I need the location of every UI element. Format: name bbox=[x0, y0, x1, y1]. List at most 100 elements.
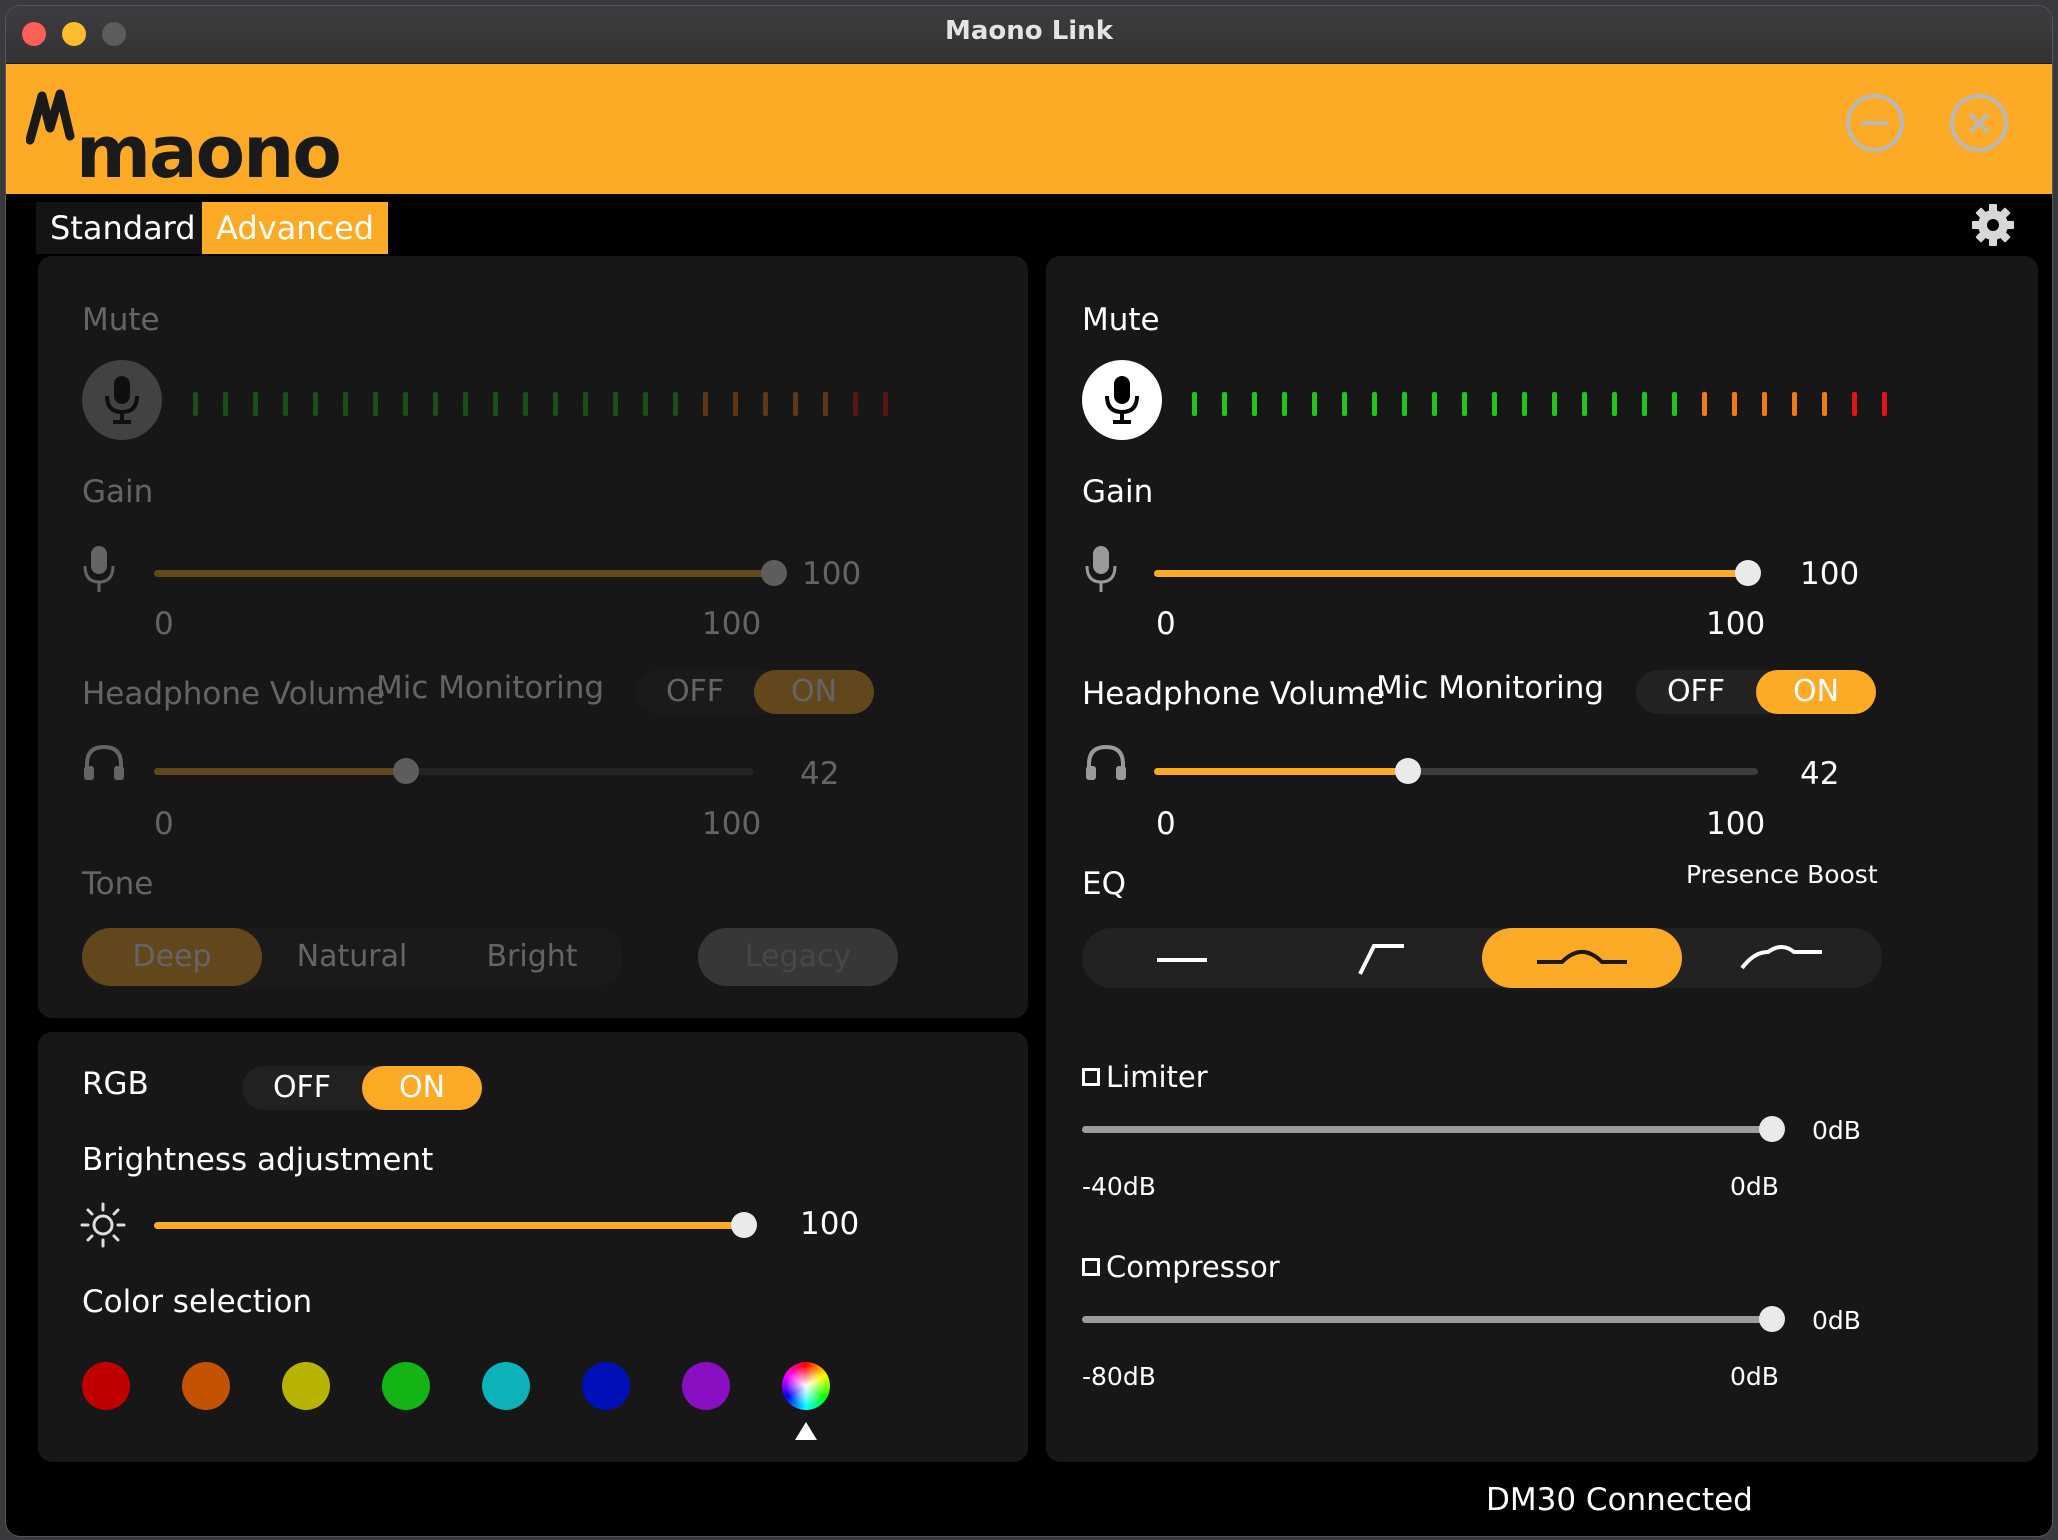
level-meter-tick bbox=[763, 392, 768, 416]
limiter-slider[interactable] bbox=[1082, 1116, 1785, 1142]
microphone-icon bbox=[83, 546, 115, 592]
slider-fill bbox=[1082, 1316, 1772, 1323]
eq-high-pass-curve-icon bbox=[1358, 944, 1404, 975]
tab-advanced[interactable]: Advanced bbox=[202, 202, 389, 254]
microphone-icon bbox=[105, 376, 139, 424]
limiter-max-label: 0dB bbox=[1730, 1172, 1779, 1201]
limiter-value: 0dB bbox=[1812, 1116, 1861, 1145]
headphone-min-label: 0 bbox=[154, 806, 174, 842]
mic-monitoring-toggle[interactable]: OFF ON bbox=[636, 670, 874, 714]
brightness-adjustment-label: Brightness adjustment bbox=[82, 1142, 434, 1178]
level-meter-tick bbox=[373, 392, 378, 416]
tone-label: Tone bbox=[82, 866, 154, 902]
color-swatch-green[interactable] bbox=[382, 1362, 430, 1410]
slider-knob[interactable] bbox=[731, 1212, 757, 1238]
headphone-volume-label: Headphone Volume bbox=[82, 676, 386, 712]
level-meter-tick bbox=[253, 392, 258, 416]
rgb-toggle[interactable]: OFF ON bbox=[242, 1066, 482, 1110]
eq-flat-option[interactable] bbox=[1082, 928, 1282, 988]
level-meter-tick bbox=[1372, 392, 1377, 416]
mute-toggle-button[interactable] bbox=[82, 360, 162, 440]
slider-fill bbox=[154, 768, 406, 775]
monitoring-on-option[interactable]: ON bbox=[1756, 670, 1876, 714]
level-meter-tick bbox=[583, 392, 588, 416]
level-meter-tick bbox=[1702, 392, 1707, 416]
color-swatch-rainbow[interactable] bbox=[782, 1362, 830, 1410]
connection-status: DM30 Connected bbox=[1486, 1482, 1753, 1518]
mic-monitoring-toggle[interactable]: OFF ON bbox=[1636, 670, 1876, 714]
compressor-slider[interactable] bbox=[1082, 1306, 1785, 1332]
level-meter-tick bbox=[493, 392, 498, 416]
mute-toggle-button[interactable] bbox=[1082, 360, 1162, 440]
title-bar: Maono Link bbox=[6, 6, 2052, 64]
monitoring-off-option[interactable]: OFF bbox=[1636, 670, 1756, 714]
minus-icon bbox=[1861, 121, 1889, 125]
level-meter-tick bbox=[1432, 392, 1437, 416]
eq-bass-cut-boost-option[interactable] bbox=[1682, 928, 1882, 988]
brand-header: maono bbox=[6, 64, 2052, 194]
headphone-volume-value: 42 bbox=[1800, 756, 1840, 792]
compressor-checkbox[interactable] bbox=[1082, 1258, 1100, 1276]
tone-natural-option[interactable]: Natural bbox=[262, 928, 442, 986]
gain-label: Gain bbox=[82, 474, 154, 510]
color-swatch-orange[interactable] bbox=[182, 1362, 230, 1410]
tab-standard[interactable]: Standard bbox=[36, 202, 210, 254]
eq-preset-selector[interactable] bbox=[1082, 928, 1882, 988]
slider-knob[interactable] bbox=[1759, 1116, 1785, 1142]
slider-knob[interactable] bbox=[761, 560, 787, 586]
level-meter-tick bbox=[343, 392, 348, 416]
headphone-volume-slider[interactable] bbox=[154, 758, 754, 784]
level-meter-tick bbox=[643, 392, 648, 416]
tone-selector[interactable]: Deep Natural Bright bbox=[82, 928, 622, 986]
color-swatch-purple[interactable] bbox=[682, 1362, 730, 1410]
headphone-volume-value: 42 bbox=[800, 756, 840, 792]
gain-min-label: 0 bbox=[154, 606, 174, 642]
color-swatch-cyan[interactable] bbox=[482, 1362, 530, 1410]
gain-slider[interactable] bbox=[1154, 560, 1761, 586]
legacy-button[interactable]: Legacy bbox=[698, 928, 898, 986]
slider-fill bbox=[154, 1222, 744, 1229]
mute-label: Mute bbox=[82, 302, 160, 338]
color-swatch-blue[interactable] bbox=[582, 1362, 630, 1410]
eq-presence-boost-option[interactable] bbox=[1482, 928, 1682, 988]
mic-monitoring-label: Mic Monitoring bbox=[1376, 670, 1605, 706]
close-app-button[interactable] bbox=[1950, 94, 2008, 152]
headphones-icon bbox=[1086, 744, 1126, 780]
headphone-volume-slider[interactable] bbox=[1154, 758, 1758, 784]
level-meter-tick bbox=[1192, 392, 1197, 416]
settings-gear-icon[interactable] bbox=[1970, 202, 2016, 248]
level-meter-tick bbox=[883, 392, 888, 416]
compressor-max-label: 0dB bbox=[1730, 1362, 1779, 1391]
level-meter-tick bbox=[1492, 392, 1497, 416]
rgb-off-option[interactable]: OFF bbox=[242, 1066, 362, 1110]
brightness-slider[interactable] bbox=[154, 1212, 757, 1238]
gain-slider[interactable] bbox=[154, 560, 787, 586]
color-swatch-yellow[interactable] bbox=[282, 1362, 330, 1410]
color-swatch-red[interactable] bbox=[82, 1362, 130, 1410]
gain-min-label: 0 bbox=[1156, 606, 1176, 642]
level-meter-tick bbox=[313, 392, 318, 416]
compressor-value: 0dB bbox=[1812, 1306, 1861, 1335]
slider-knob[interactable] bbox=[393, 758, 419, 784]
tone-deep-option[interactable]: Deep bbox=[82, 928, 262, 986]
tone-bright-option[interactable]: Bright bbox=[442, 928, 622, 986]
slider-knob[interactable] bbox=[1735, 560, 1761, 586]
monitoring-off-option[interactable]: OFF bbox=[636, 670, 754, 714]
level-meter-tick bbox=[1852, 392, 1857, 416]
minimize-app-button[interactable] bbox=[1846, 94, 1904, 152]
brightness-value: 100 bbox=[800, 1206, 860, 1242]
monitoring-on-option[interactable]: ON bbox=[754, 670, 874, 714]
level-meter-tick bbox=[1612, 392, 1617, 416]
slider-knob[interactable] bbox=[1759, 1306, 1785, 1332]
rgb-on-option[interactable]: ON bbox=[362, 1066, 482, 1110]
limiter-checkbox[interactable] bbox=[1082, 1068, 1100, 1086]
gain-max-label: 100 bbox=[702, 606, 762, 642]
level-meter-tick bbox=[523, 392, 528, 416]
eq-high-pass-option[interactable] bbox=[1282, 928, 1482, 988]
input-level-meter bbox=[193, 392, 953, 420]
level-meter-tick bbox=[1312, 392, 1317, 416]
maono-logo: maono bbox=[76, 110, 342, 194]
level-meter-tick bbox=[1582, 392, 1587, 416]
slider-knob[interactable] bbox=[1394, 758, 1421, 784]
app-window: Maono Link maono Standard Advanced Mute … bbox=[6, 6, 2052, 1536]
